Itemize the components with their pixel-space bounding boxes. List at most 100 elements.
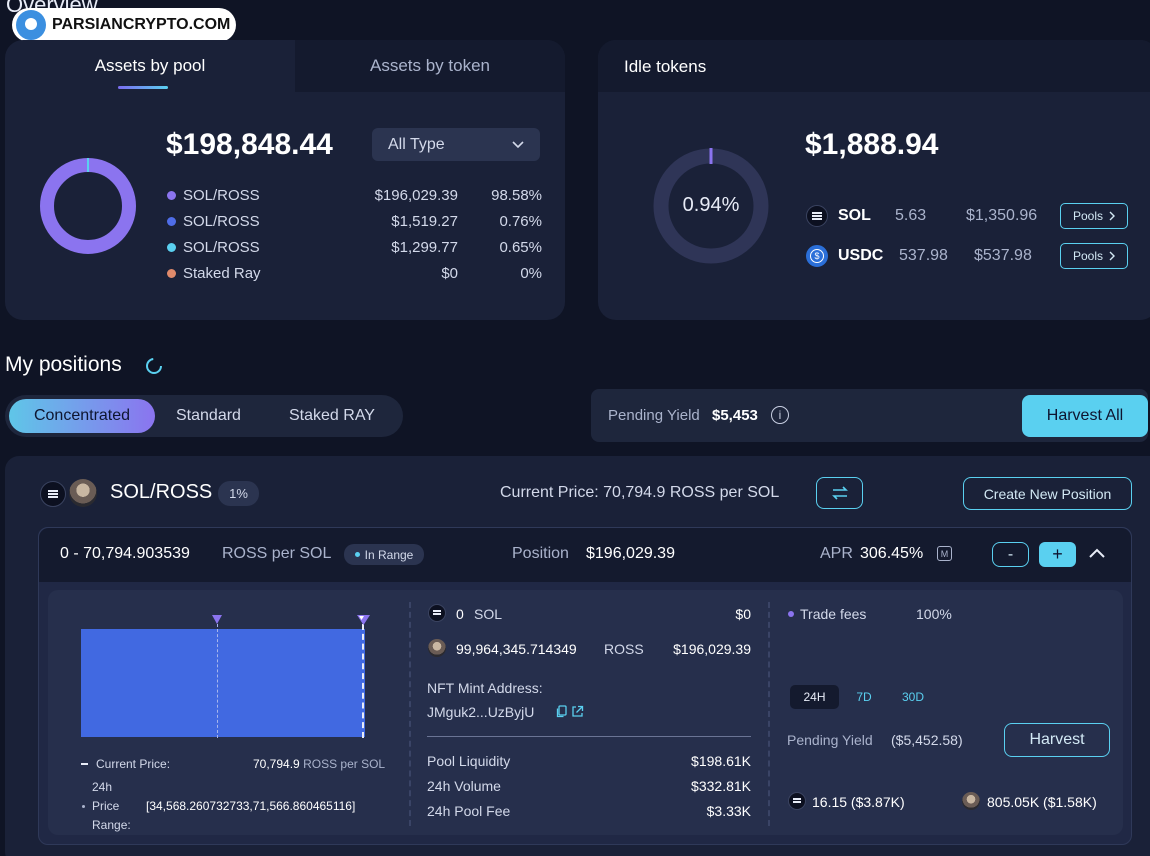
usdc-token-icon: $ bbox=[806, 245, 828, 267]
range-label-price: Price bbox=[92, 799, 120, 813]
asset-name: SOL/ROSS bbox=[183, 239, 260, 256]
pending-yield-value: ($5,452.58) bbox=[891, 732, 963, 748]
current-price: Current Price: 70,794.9 ROSS per SOL bbox=[500, 484, 780, 501]
refresh-spinner-icon[interactable] bbox=[145, 357, 163, 375]
tab-standard[interactable]: Standard bbox=[176, 399, 241, 433]
assets-donut-chart bbox=[40, 158, 136, 254]
asset-row: SOL/ROSS $196,029.39 98.58% bbox=[167, 187, 542, 204]
idle-token-amount: 537.98 bbox=[899, 247, 948, 264]
ross-token-icon bbox=[962, 792, 980, 810]
chevron-down-icon bbox=[512, 140, 524, 148]
harvest-button[interactable]: Harvest bbox=[1004, 723, 1110, 757]
range-marker-icon[interactable] bbox=[357, 615, 370, 625]
idle-token-symbol: USDC bbox=[838, 247, 884, 264]
idle-token-amount: 5.63 bbox=[895, 207, 927, 224]
chevron-right-icon bbox=[1109, 211, 1116, 221]
pending-yield-label: Pending Yield bbox=[787, 732, 873, 748]
legend-dot bbox=[167, 269, 176, 278]
idle-pct: 0.94% bbox=[682, 194, 740, 216]
watermark-text: PARSIANCRYPTO.COM bbox=[52, 16, 231, 33]
holding-value: $196,029.39 bbox=[673, 641, 751, 657]
tab-underline bbox=[118, 86, 168, 89]
current-price-line bbox=[217, 624, 218, 738]
position-value: $196,029.39 bbox=[586, 545, 675, 562]
increase-liquidity-button[interactable]: + bbox=[1039, 542, 1076, 567]
apr-value: 306.45% bbox=[860, 545, 924, 562]
chart-current-price-unit: ROSS per SOL bbox=[303, 757, 386, 771]
period-24h-tab[interactable]: 24H bbox=[790, 685, 839, 709]
status-dot bbox=[354, 552, 360, 557]
create-new-position-button[interactable]: Create New Position bbox=[963, 477, 1132, 510]
idle-total: $1,888.94 bbox=[805, 128, 939, 161]
asset-row: SOL/ROSS $1,299.77 0.65% bbox=[167, 239, 542, 256]
info-icon[interactable]: i bbox=[771, 406, 789, 424]
fee-badge: 1% bbox=[218, 481, 259, 506]
range-label-24h: 24h bbox=[92, 780, 113, 794]
tab-concentrated[interactable]: Concentrated bbox=[9, 399, 155, 433]
asset-pct: 0.65% bbox=[499, 239, 542, 256]
tab-assets-by-pool[interactable]: Assets by pool bbox=[5, 40, 295, 92]
period-30d-tab[interactable]: 30D bbox=[893, 685, 933, 709]
copy-icon[interactable] bbox=[556, 705, 568, 718]
chevron-right-icon bbox=[1109, 251, 1116, 261]
range-label-range: Range: bbox=[92, 818, 131, 832]
stat-label: Pool Liquidity bbox=[427, 753, 511, 769]
ross-token-icon bbox=[428, 639, 446, 657]
divider bbox=[768, 602, 770, 826]
reward-ross: 805.05K ($1.58K) bbox=[987, 794, 1097, 810]
stat-value: $3.33K bbox=[706, 803, 751, 819]
watermark: PARSIANCRYPTO.COM bbox=[12, 8, 236, 42]
asset-pct: 98.58% bbox=[491, 187, 542, 204]
legend-dot bbox=[167, 243, 176, 252]
price-range-unit: ROSS per SOL bbox=[222, 545, 332, 562]
external-link-icon[interactable] bbox=[571, 705, 584, 718]
liquidity-bar bbox=[81, 629, 365, 737]
range-upper-line bbox=[362, 624, 364, 738]
chart-current-price-value: 70,794.9 ROSS per SOL bbox=[253, 757, 385, 771]
nft-mint-address: JMguk2...UzByjU bbox=[427, 704, 535, 720]
harvest-all-button[interactable]: Harvest All bbox=[1022, 395, 1148, 437]
decrease-liquidity-button[interactable]: - bbox=[992, 542, 1029, 567]
asset-name: SOL/ROSS bbox=[183, 187, 260, 204]
position-header bbox=[39, 528, 1131, 582]
trade-fees-dot bbox=[788, 611, 794, 617]
sol-token-icon bbox=[428, 604, 446, 622]
price-range: 0 - 70,794.903539 bbox=[60, 545, 190, 562]
idle-token-value: $1,350.96 bbox=[966, 207, 1038, 224]
tab-staked-ray[interactable]: Staked RAY bbox=[289, 399, 375, 433]
legend-current-line bbox=[81, 763, 88, 765]
idle-token-value: $537.98 bbox=[974, 247, 1032, 264]
assets-total: $198,848.44 bbox=[166, 128, 333, 161]
asset-value: $196,029.39 bbox=[374, 187, 458, 204]
pools-button-usdc[interactable]: Pools bbox=[1060, 243, 1128, 269]
tab-assets-by-token[interactable]: Assets by token bbox=[295, 40, 565, 92]
watermark-logo-icon bbox=[16, 10, 46, 40]
holding-value: $0 bbox=[735, 606, 751, 622]
pools-button-label: Pools bbox=[1072, 209, 1104, 223]
pool-pair: SOL/ROSS bbox=[110, 481, 213, 503]
asset-value: $1,299.77 bbox=[391, 239, 458, 256]
asset-row: Staked Ray $0 0% bbox=[167, 265, 542, 282]
asset-name: SOL/ROSS bbox=[183, 213, 260, 230]
price-range-value: [34,568.260732733,71,566.860465116] bbox=[146, 799, 356, 813]
position-label: Position bbox=[512, 545, 569, 562]
pools-button-label: Pools bbox=[1072, 249, 1104, 263]
stat-label: 24h Volume bbox=[427, 778, 501, 794]
holding-symbol: SOL bbox=[474, 606, 503, 622]
asset-name: Staked Ray bbox=[183, 265, 261, 282]
trade-fees-label: Trade fees bbox=[800, 606, 867, 622]
chart-current-price-number: 70,794.9 bbox=[253, 757, 300, 771]
chevron-up-icon[interactable] bbox=[1089, 548, 1105, 558]
type-filter-select[interactable]: All Type bbox=[372, 128, 540, 161]
pools-button-sol[interactable]: Pools bbox=[1060, 203, 1128, 229]
asset-value: $0 bbox=[441, 265, 458, 282]
period-7d-tab[interactable]: 7D bbox=[849, 685, 879, 709]
stat-value: $198.61K bbox=[691, 753, 751, 769]
divider bbox=[409, 602, 411, 826]
apr-badge[interactable]: M bbox=[937, 546, 952, 561]
holding-amount: 99,964,345.714349 bbox=[456, 641, 577, 657]
swap-direction-button[interactable] bbox=[816, 477, 863, 509]
idle-tokens-title: Idle tokens bbox=[624, 57, 707, 76]
stats-divider bbox=[427, 736, 751, 737]
ross-token-icon bbox=[69, 479, 97, 507]
